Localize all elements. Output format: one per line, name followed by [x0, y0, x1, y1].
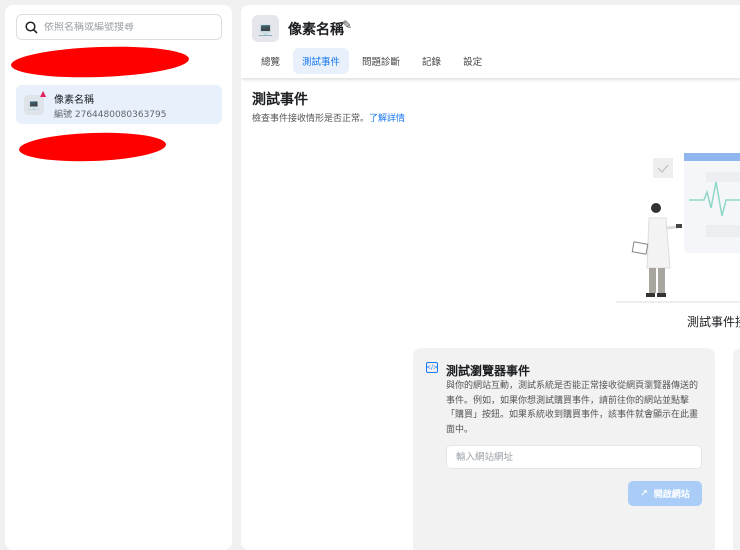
tab-test-events[interactable]: 測試事件: [293, 48, 350, 74]
tab-overview[interactable]: 總覽: [252, 48, 289, 74]
warning-icon: ▲: [40, 89, 47, 98]
card-description: 與你的網站互動，測試系統是否能正常接收從網頁瀏覽器傳送的事件。例如，如果你想測試…: [446, 381, 699, 435]
laptop-icon: 💻: [252, 15, 279, 42]
doctor-illustration: [616, 153, 740, 303]
pixel-id: 編號 2764480080363795: [54, 110, 167, 120]
browser-events-card: </> 測試瀏覽器事件 與你的網站互動，測試系統是否能正常接收從網頁瀏覽器傳送的…: [413, 348, 715, 550]
edit-pencil-icon[interactable]: ✎: [342, 18, 352, 32]
code-window-icon: </>: [425, 362, 439, 373]
tab-diagnostics[interactable]: 問題診斷: [353, 48, 409, 74]
page-title: 像素名稱: [288, 22, 344, 38]
tab-bar: 總覽 測試事件 問題診斷 記錄 設定: [252, 48, 491, 74]
subtitle-text: 檢查事件接收情形是否正常。: [252, 114, 370, 124]
main-panel: 💻 像素名稱 ✎ 總覽 測試事件 問題診斷 記錄 設定 測試事件 檢查事件接收情…: [241, 5, 740, 550]
learn-more-link[interactable]: 了解詳情: [369, 114, 405, 124]
redaction-mark: [10, 43, 190, 81]
pixel-list-item[interactable]: 💻 ▲ 像素名稱 編號 2764480080363795: [16, 85, 222, 124]
tab-settings[interactable]: 設定: [454, 48, 491, 74]
sidebar: 💻 ▲ 像素名稱 編號 2764480080363795: [5, 5, 232, 550]
open-website-button[interactable]: ↗ 開啟網站: [628, 481, 702, 506]
search-input[interactable]: [44, 21, 214, 33]
open-website-label: 開啟網站: [653, 490, 690, 500]
section-subtitle: 檢查事件接收情形是否正常。了解詳情: [252, 111, 405, 124]
card-title: 測試瀏覽器事件: [446, 364, 531, 378]
website-url-input[interactable]: [446, 445, 702, 469]
external-link-icon: ↗: [640, 488, 648, 499]
tab-history[interactable]: 記錄: [413, 48, 450, 74]
section-heading: 測試事件: [252, 92, 308, 108]
header: 💻 像素名稱 ✎ 總覽 測試事件 問題診斷 記錄 設定: [241, 5, 740, 78]
pixel-name: 像素名稱: [54, 95, 94, 106]
search-icon: [25, 20, 38, 34]
search-box[interactable]: [16, 14, 222, 40]
redaction-mark: [18, 130, 167, 164]
second-card: [733, 348, 740, 550]
illustration-caption: 測試事件接收: [687, 315, 740, 329]
laptop-icon: 💻: [24, 95, 44, 115]
